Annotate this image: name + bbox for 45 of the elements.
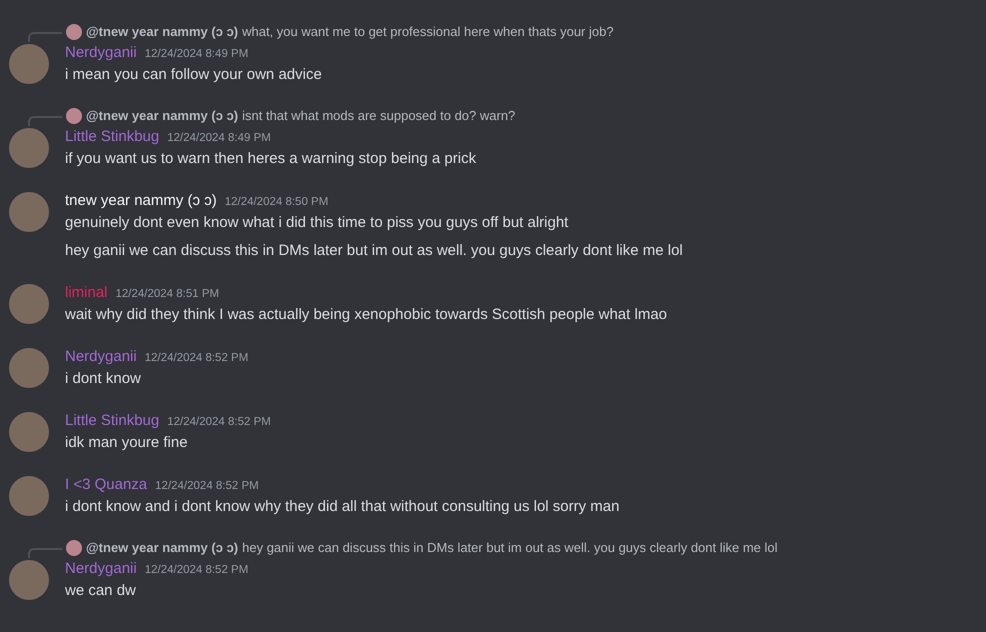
reply-text: isnt that what mods are supposed to do? warn? — [242, 107, 516, 126]
user-avatar[interactable] — [9, 44, 49, 84]
timestamp: 12/24/2024 8:52 PM — [155, 479, 259, 494]
timestamp: 12/24/2024 8:50 PM — [224, 195, 328, 210]
timestamp: 12/24/2024 8:52 PM — [144, 351, 248, 366]
username[interactable]: Nerdyganii — [65, 558, 137, 580]
username[interactable]: Nerdyganii — [65, 42, 137, 64]
user-avatar[interactable] — [9, 192, 49, 232]
message-text: i dont know and i dont know why they did all that without consulting us lol sorry man — [65, 497, 620, 517]
reply-author[interactable]: @tnew year nammy (ↄ ↄ) — [86, 538, 238, 558]
username[interactable]: tnew year nammy (ↄ ↄ) — [65, 190, 217, 212]
user-avatar[interactable] — [9, 560, 49, 600]
reply-avatar — [66, 24, 82, 40]
message-text: idk man youre fine — [65, 433, 189, 453]
reply-text: what, you want me to get professional here when thats your job? — [242, 23, 614, 42]
reply-author[interactable]: @tnew year nammy (ↄ ↄ) — [86, 106, 238, 126]
username[interactable]: liminal — [65, 282, 108, 304]
reply-connector-line — [28, 548, 62, 558]
user-avatar[interactable] — [9, 128, 49, 168]
reply-text: hey ganii we can discuss this in DMs later but im out as well. you guys clearly dont like me lol — [242, 539, 778, 558]
message-text: wait why did they think I was actually being xenophobic towards Scottish people what lmao — [65, 305, 667, 325]
username[interactable]: Little Stinkbug — [65, 410, 160, 432]
username[interactable]: Nerdyganii — [65, 346, 137, 368]
username[interactable]: Little Stinkbug — [65, 126, 160, 148]
username[interactable]: I <3 Quanza — [65, 474, 148, 496]
timestamp: 12/24/2024 8:52 PM — [144, 563, 248, 578]
message-text: if you want us to warn then heres a warning stop being a prick — [65, 149, 476, 169]
user-avatar[interactable] — [9, 476, 49, 516]
reply-connector-line — [28, 32, 62, 42]
message-text: hey ganii we can discuss this in DMs later but im out as well. you guys clearly dont like me lol — [65, 241, 683, 261]
reply-avatar — [66, 540, 82, 556]
message-text: genuinely dont even know what i did this time to piss you guys off but alright — [65, 213, 570, 233]
timestamp: 12/24/2024 8:51 PM — [116, 287, 220, 302]
reply-connector-line — [28, 116, 62, 126]
timestamp: 12/24/2024 8:49 PM — [167, 131, 271, 146]
reply-avatar — [66, 108, 82, 124]
user-avatar[interactable] — [9, 284, 49, 324]
message-text: i dont know — [65, 369, 142, 389]
timestamp: 12/24/2024 8:52 PM — [167, 415, 271, 430]
reply-author[interactable]: @tnew year nammy (ↄ ↄ) — [86, 22, 238, 42]
timestamp: 12/24/2024 8:49 PM — [144, 47, 248, 62]
user-avatar[interactable] — [9, 348, 49, 388]
message-text: i mean you can follow your own advice — [65, 65, 322, 85]
message-text: we can dw — [65, 581, 137, 601]
user-avatar[interactable] — [9, 412, 49, 452]
